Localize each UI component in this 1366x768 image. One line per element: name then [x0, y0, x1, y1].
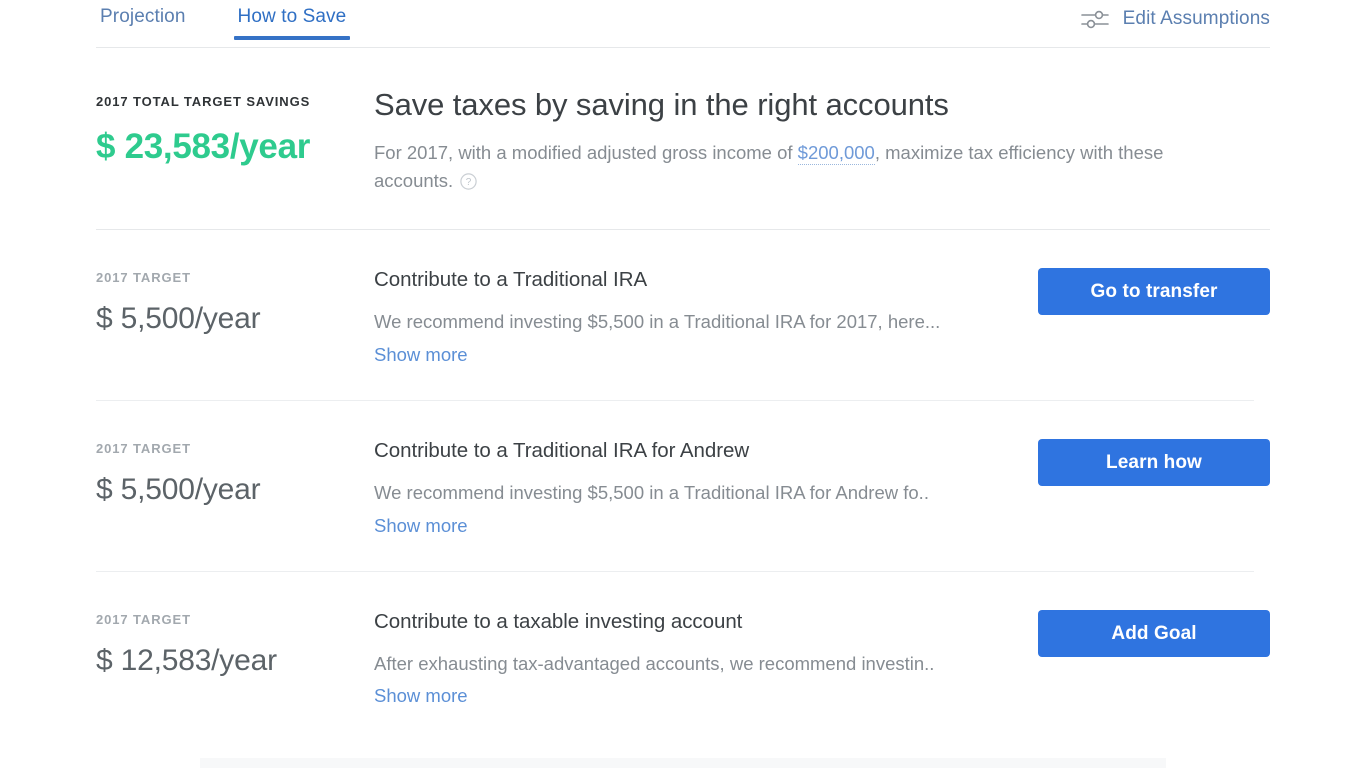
- target-amount: $ 5,500/year: [96, 301, 261, 335]
- page-bottom-edge: [200, 758, 1166, 768]
- tab-projection[interactable]: Projection: [96, 6, 190, 40]
- show-more-link[interactable]: Show more: [374, 515, 468, 537]
- summary-copy: Save taxes by saving in the right accoun…: [374, 86, 1270, 195]
- recommendation-title: Contribute to a Traditional IRA: [374, 267, 648, 291]
- edit-assumptions-label: Edit Assumptions: [1122, 8, 1270, 29]
- help-circle-icon[interactable]: ?: [460, 170, 477, 190]
- recommendation-target: 2017 TARGET $ 5,500/year: [96, 266, 374, 336]
- target-amount: $ 12,583/year: [96, 643, 277, 677]
- total-target-savings: 2017 TOTAL TARGET SAVINGS $ 23,583/year: [96, 86, 374, 195]
- tab-how-to-save-label: How to Save: [237, 6, 347, 27]
- recommendation-content: Contribute to a taxable investing accoun…: [374, 608, 1038, 708]
- summary-description: For 2017, with a modified adjusted gross…: [374, 139, 1204, 195]
- recommendation-action: Go to transfer: [1038, 266, 1270, 315]
- recommendation-description: We recommend investing $5,500 in a Tradi…: [374, 310, 941, 332]
- recommendation-row: 2017 TARGET $ 5,500/year Contribute to a…: [0, 230, 1366, 400]
- sliders-icon: [1079, 6, 1111, 32]
- total-savings-amount: $ 23,583/year: [96, 127, 311, 166]
- recommendation-title: Contribute to a Traditional IRA for Andr…: [374, 438, 750, 462]
- target-eyebrow: 2017 TARGET: [96, 269, 191, 285]
- learn-how-button[interactable]: Learn how: [1038, 438, 1270, 486]
- recommendation-title: Contribute to a taxable investing accoun…: [374, 609, 743, 633]
- summary-section: 2017 TOTAL TARGET SAVINGS $ 23,583/year …: [0, 48, 1366, 195]
- recommendation-action: Add Goal: [1038, 608, 1270, 657]
- show-more-link[interactable]: Show more: [374, 685, 468, 707]
- add-goal-button[interactable]: Add Goal: [1038, 609, 1270, 657]
- svg-text:?: ?: [466, 177, 472, 188]
- recommendation-content: Contribute to a Traditional IRA for Andr…: [374, 437, 1038, 537]
- recommendation-row: 2017 TARGET $ 5,500/year Contribute to a…: [0, 401, 1366, 571]
- recommendation-action: Learn how: [1038, 437, 1270, 486]
- go-to-transfer-button[interactable]: Go to transfer: [1038, 267, 1270, 315]
- target-amount: $ 5,500/year: [96, 472, 261, 506]
- recommendation-description: We recommend investing $5,500 in a Tradi…: [374, 481, 929, 503]
- target-eyebrow: 2017 TARGET: [96, 611, 191, 627]
- tab-how-to-save[interactable]: How to Save: [233, 6, 351, 40]
- show-more-link[interactable]: Show more: [374, 344, 468, 366]
- recommendation-content: Contribute to a Traditional IRA We recom…: [374, 266, 1038, 366]
- summary-desc-before: For 2017, with a modified adjusted gross…: [374, 141, 798, 163]
- target-eyebrow: 2017 TARGET: [96, 440, 191, 456]
- recommendation-description: After exhausting tax-advantaged accounts…: [374, 652, 935, 674]
- edit-assumptions-button[interactable]: Edit Assumptions: [1079, 6, 1270, 32]
- page-title: Save taxes by saving in the right accoun…: [374, 87, 949, 122]
- total-savings-eyebrow: 2017 TOTAL TARGET SAVINGS: [96, 94, 311, 109]
- recommendation-target: 2017 TARGET $ 5,500/year: [96, 437, 374, 507]
- tab-projection-label: Projection: [100, 6, 186, 27]
- recommendation-row: 2017 TARGET $ 12,583/year Contribute to …: [0, 572, 1366, 742]
- recommendation-target: 2017 TARGET $ 12,583/year: [96, 608, 374, 678]
- magi-link[interactable]: $200,000: [797, 141, 875, 165]
- tab-bar: Projection How to Save Edit Assumptions: [0, 0, 1366, 48]
